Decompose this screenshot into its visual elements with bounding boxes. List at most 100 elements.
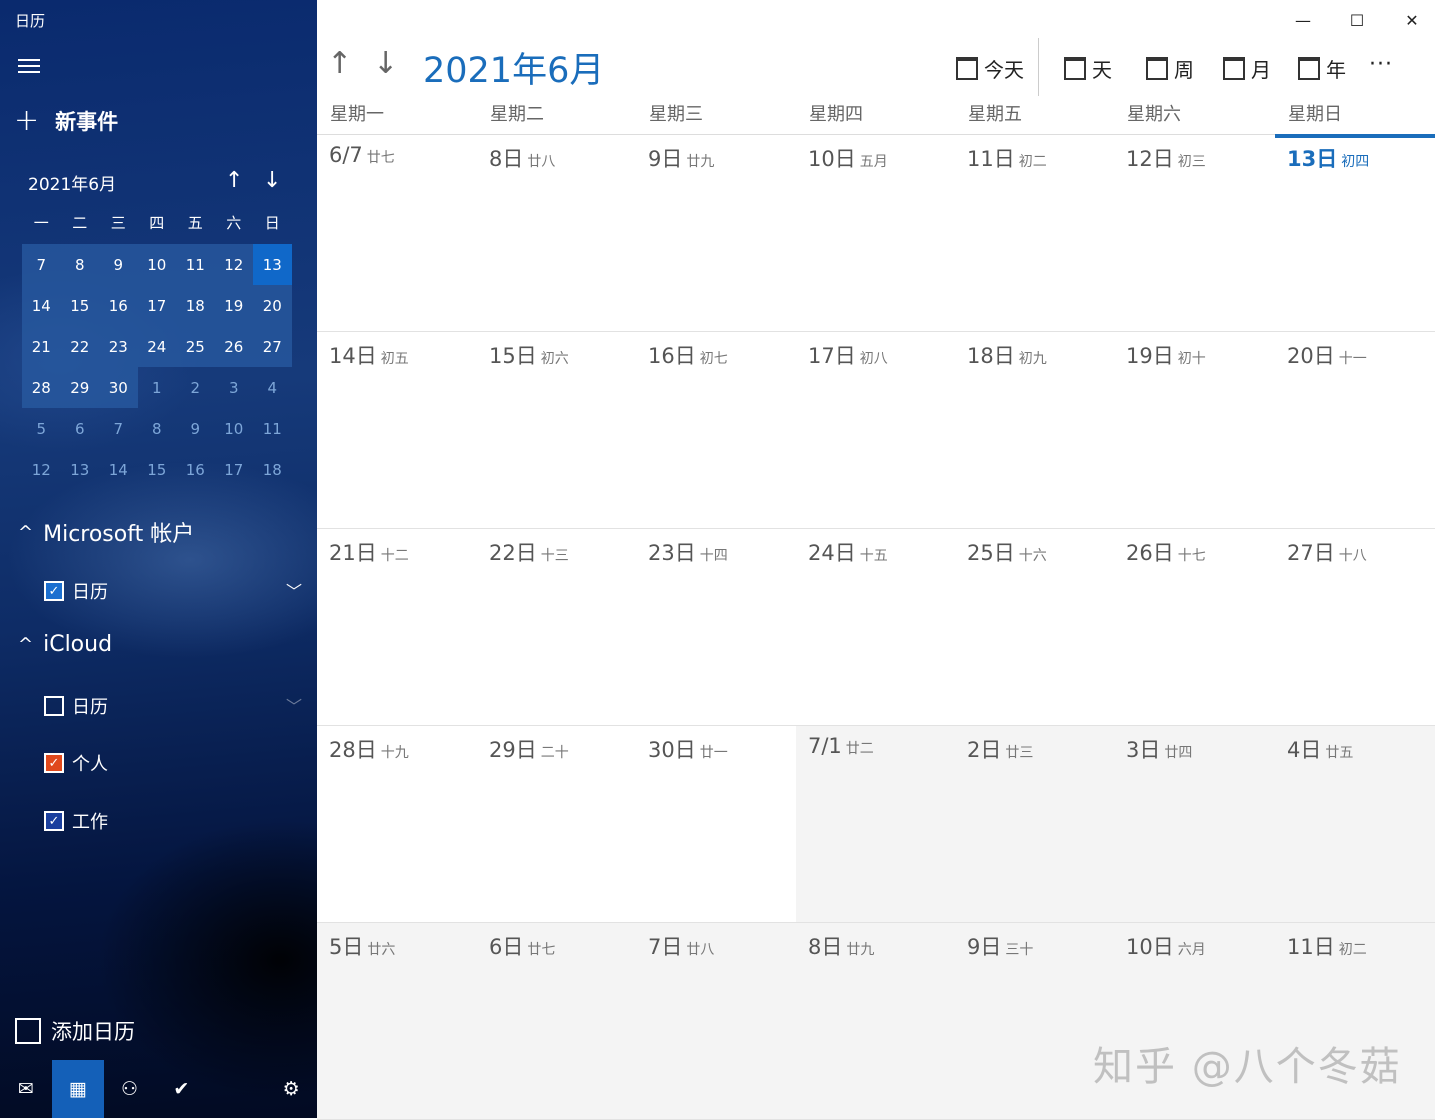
day-cell[interactable]: 16日 初七 (636, 332, 796, 528)
mini-day-cell[interactable]: 23 (99, 326, 138, 367)
day-cell[interactable]: 11日 初二 (955, 135, 1114, 331)
mini-day-cell[interactable]: 15 (138, 449, 177, 490)
day-cell[interactable]: 23日 十四 (636, 529, 796, 725)
mini-day-cell[interactable]: 26 (214, 326, 253, 367)
day-cell[interactable]: 28日 十九 (317, 726, 477, 922)
day-cell[interactable]: 4日 廿五 (1275, 726, 1435, 922)
mini-day-cell[interactable]: 5 (22, 408, 61, 449)
prev-period-arrow-icon[interactable]: ↑ (327, 46, 352, 81)
mini-day-cell[interactable]: 24 (137, 326, 176, 367)
mini-day-cell[interactable]: 28 (22, 367, 61, 408)
day-cell[interactable]: 7/1 廿二 (796, 726, 955, 922)
mail-icon[interactable]: ✉ (0, 1060, 52, 1118)
day-cell[interactable]: 15日 初六 (477, 332, 636, 528)
day-cell-today[interactable]: 13日 初四 (1275, 135, 1435, 331)
mini-day-cell[interactable]: 1 (138, 367, 177, 408)
mini-day-cell[interactable]: 20 (253, 285, 292, 326)
mini-day-cell[interactable]: 7 (99, 408, 138, 449)
next-period-arrow-icon[interactable]: ↓ (373, 46, 398, 81)
day-cell[interactable]: 29日 二十 (477, 726, 636, 922)
month-title[interactable]: 2021年6月 (423, 42, 604, 93)
day-cell[interactable]: 14日 初五 (317, 332, 477, 528)
mini-day-cell[interactable]: 11 (253, 408, 292, 449)
day-view-button[interactable]: 天 (1064, 54, 1112, 83)
calendar-toggle-icloud-calendar[interactable]: 日历 (44, 693, 108, 719)
checkbox-checked-icon[interactable]: ✓ (44, 581, 64, 601)
day-cell[interactable]: 17日 初八 (796, 332, 955, 528)
calendar-toggle-microsoft-calendar[interactable]: ✓ 日历 (44, 578, 108, 604)
add-calendar-button[interactable]: 添加日历 (15, 1016, 135, 1046)
day-cell[interactable]: 24日 十五 (796, 529, 955, 725)
day-cell[interactable]: 8日 廿八 (477, 135, 636, 331)
mini-day-cell[interactable]: 10 (137, 244, 176, 285)
mini-day-cell[interactable]: 8 (138, 408, 177, 449)
day-cell[interactable]: 12日 初三 (1114, 135, 1275, 331)
hamburger-menu-icon[interactable] (18, 56, 40, 76)
mini-day-cell[interactable]: 18 (253, 449, 292, 490)
day-cell[interactable]: 26日 十七 (1114, 529, 1275, 725)
day-cell[interactable]: 9日 三十 (955, 923, 1114, 1119)
mini-day-cell[interactable]: 12 (22, 449, 61, 490)
mini-calendar-title[interactable]: 2021年6月 (28, 170, 116, 195)
people-icon[interactable]: ⚇ (104, 1060, 156, 1118)
day-cell[interactable]: 8日 廿九 (796, 923, 955, 1119)
day-cell[interactable]: 9日 廿九 (636, 135, 796, 331)
day-cell[interactable]: 2日 廿三 (955, 726, 1114, 922)
mini-day-cell[interactable]: 13 (253, 244, 292, 285)
account-header-microsoft[interactable]: ^ Microsoft 帐户 (18, 516, 194, 548)
mini-day-cell[interactable]: 29 (60, 367, 99, 408)
day-cell[interactable]: 10日 五月 (796, 135, 955, 331)
day-cell[interactable]: 6/7 廿七 (317, 135, 477, 331)
mini-day-cell[interactable]: 15 (60, 285, 99, 326)
mini-day-cell[interactable]: 10 (215, 408, 254, 449)
mini-day-cell[interactable]: 17 (137, 285, 176, 326)
calendar-icon[interactable]: ▦ (51, 1060, 104, 1118)
mini-day-cell[interactable]: 30 (99, 367, 138, 408)
todo-icon[interactable]: ✔ (155, 1060, 207, 1118)
minimize-icon[interactable]: — (1280, 6, 1326, 34)
day-cell[interactable]: 27日 十八 (1275, 529, 1435, 725)
month-view-button[interactable]: 月 (1223, 54, 1271, 83)
mini-day-cell[interactable]: 4 (253, 367, 292, 408)
mini-prev-month-arrow-icon[interactable]: ↑ (225, 168, 243, 193)
close-icon[interactable]: ✕ (1389, 6, 1435, 34)
mini-next-month-arrow-icon[interactable]: ↓ (263, 168, 281, 193)
mini-day-cell[interactable]: 12 (214, 244, 253, 285)
mini-day-cell[interactable]: 16 (99, 285, 138, 326)
day-cell[interactable]: 21日 十二 (317, 529, 477, 725)
calendar-toggle-icloud-work[interactable]: ✓ 工作 (44, 808, 108, 834)
mini-day-cell[interactable]: 11 (176, 244, 215, 285)
day-cell[interactable]: 25日 十六 (955, 529, 1114, 725)
mini-day-cell[interactable]: 2 (176, 367, 215, 408)
mini-day-cell[interactable]: 9 (176, 408, 215, 449)
year-view-button[interactable]: 年 (1298, 54, 1346, 83)
day-cell[interactable]: 19日 初十 (1114, 332, 1275, 528)
mini-day-cell[interactable]: 19 (214, 285, 253, 326)
chevron-down-icon[interactable]: ﹀ (286, 693, 302, 717)
checkbox-checked-icon[interactable]: ✓ (44, 753, 64, 773)
mini-day-cell[interactable]: 14 (22, 285, 61, 326)
day-cell[interactable]: 7日 廿八 (636, 923, 796, 1119)
maximize-icon[interactable]: ☐ (1334, 6, 1380, 34)
mini-day-cell[interactable]: 18 (176, 285, 215, 326)
mini-day-cell[interactable]: 8 (60, 244, 99, 285)
day-cell[interactable]: 3日 廿四 (1114, 726, 1275, 922)
mini-day-cell[interactable]: 14 (99, 449, 138, 490)
day-cell[interactable]: 5日 廿六 (317, 923, 477, 1119)
mini-day-cell[interactable]: 9 (99, 244, 138, 285)
settings-icon[interactable]: ⚙ (265, 1060, 317, 1118)
more-options-icon[interactable]: ··· (1369, 52, 1393, 77)
today-button[interactable]: 今天 (956, 54, 1024, 83)
day-cell[interactable]: 30日 廿一 (636, 726, 796, 922)
mini-day-cell[interactable]: 6 (61, 408, 100, 449)
chevron-down-icon[interactable]: ﹀ (286, 578, 302, 602)
mini-day-cell[interactable]: 27 (253, 326, 292, 367)
calendar-toggle-icloud-personal[interactable]: ✓ 个人 (44, 750, 108, 776)
day-cell[interactable]: 6日 廿七 (477, 923, 636, 1119)
account-header-icloud[interactable]: ^ iCloud (18, 632, 112, 657)
checkbox-checked-icon[interactable]: ✓ (44, 811, 64, 831)
mini-day-cell[interactable]: 13 (61, 449, 100, 490)
mini-day-cell[interactable]: 22 (60, 326, 99, 367)
new-event-button[interactable]: + 新事件 (14, 106, 118, 136)
mini-day-cell[interactable]: 25 (176, 326, 215, 367)
